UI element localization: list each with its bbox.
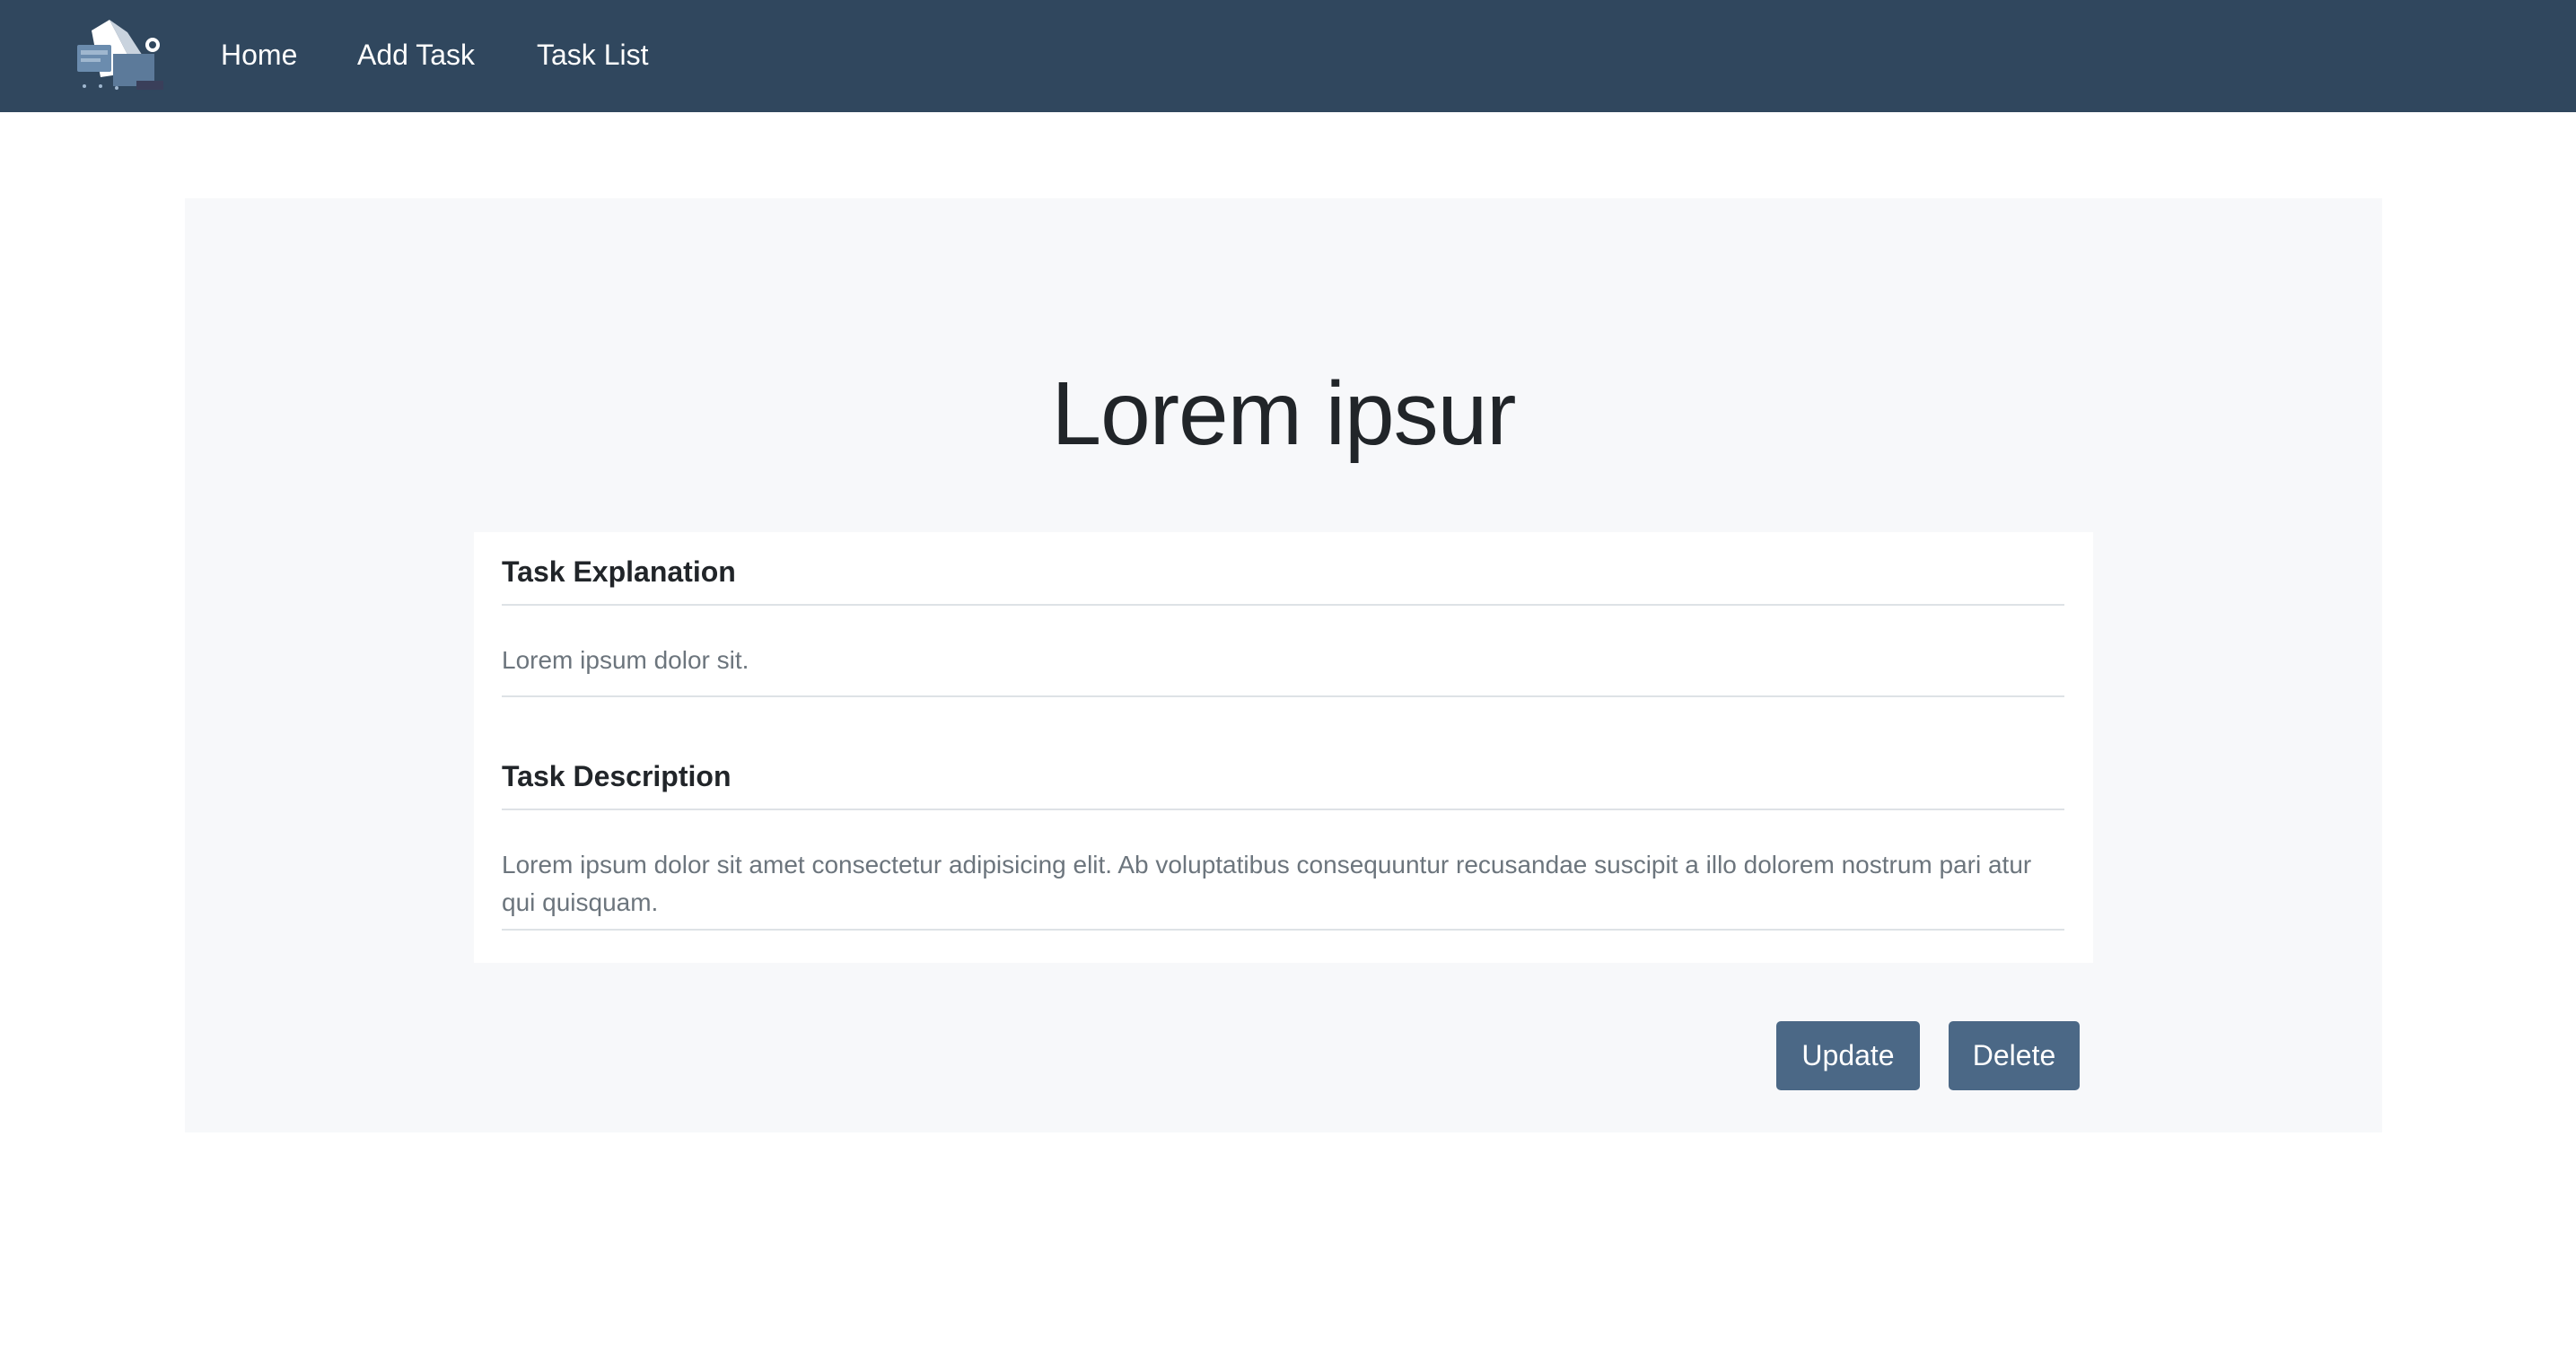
task-description-heading: Task Description — [502, 756, 2064, 810]
task-detail-card: Task Explanation Lorem ipsum dolor sit. … — [474, 532, 2093, 963]
task-explanation-text: Lorem ipsum dolor sit. — [502, 642, 2064, 697]
task-description-text: Lorem ipsum dolor sit amet consectetur a… — [502, 846, 2064, 931]
nav-link-home[interactable]: Home — [221, 34, 297, 75]
task-title: Lorem ipsur — [1051, 363, 1517, 464]
task-detail-panel: Lorem ipsur Task Explanation Lorem ipsum… — [185, 198, 2382, 1132]
nav-link-add-task[interactable]: Add Task — [357, 34, 475, 75]
delete-button[interactable]: Delete — [1949, 1021, 2080, 1090]
task-explanation-heading: Task Explanation — [502, 552, 2064, 606]
update-button[interactable]: Update — [1776, 1021, 1920, 1090]
brand-logo-icon[interactable] — [74, 18, 167, 92]
top-navbar: Home Add Task Task List — [0, 0, 2576, 112]
nav-link-task-list[interactable]: Task List — [537, 34, 648, 75]
